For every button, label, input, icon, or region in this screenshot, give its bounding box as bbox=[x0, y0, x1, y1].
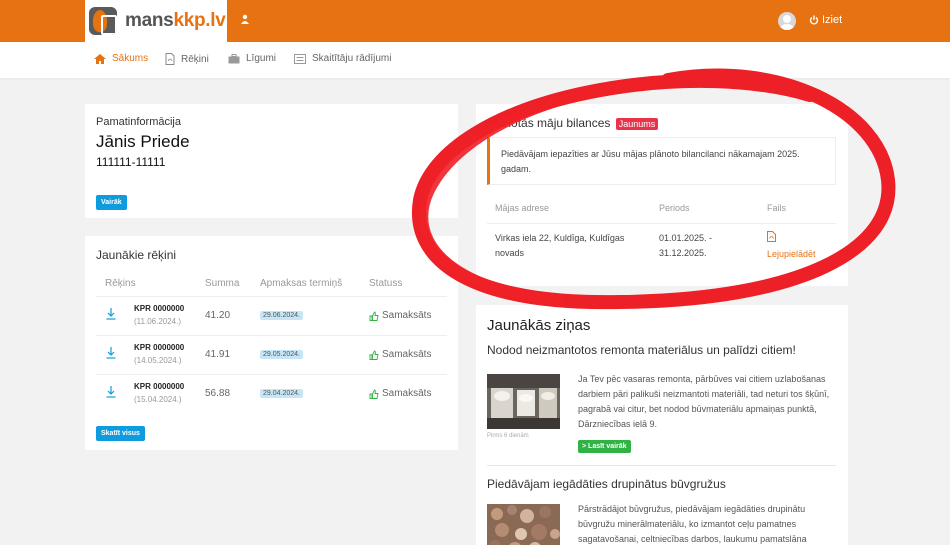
news-title[interactable]: Piedāvājam iegādāties drupinātus būvgruž… bbox=[487, 477, 726, 491]
balance-title-row: Plānotās māju bilances Jaunums bbox=[487, 116, 837, 130]
pdf-file-icon bbox=[767, 231, 776, 242]
logo-mark-icon bbox=[89, 7, 117, 35]
account-number: 111111-11111 bbox=[96, 155, 166, 169]
col-header-status: Statuss bbox=[369, 278, 403, 289]
nav-label-contracts: Līgumi bbox=[246, 53, 277, 64]
logout-button[interactable]: Iziet bbox=[809, 14, 842, 26]
table-divider bbox=[487, 223, 836, 224]
table-row[interactable]: KPR 0000000 (14.05.2024.) 41.91 29.05.20… bbox=[96, 335, 447, 374]
download-label: Lejupielādēt bbox=[767, 249, 816, 259]
invoice-date: (14.05.2024.) bbox=[134, 356, 182, 365]
thumbs-up-icon bbox=[369, 311, 379, 321]
basic-info-title: Pamatinformācija bbox=[96, 116, 181, 128]
latest-bills-card: Jaunākie rēķini Rēķins Summa Apmaksas te… bbox=[85, 236, 458, 450]
status-label: Samaksāts bbox=[382, 388, 432, 399]
balance-period: 01.01.2025. - 31.12.2025. bbox=[659, 233, 713, 258]
news-body: Pārstrādājot būvgružus, piedāvājam iegād… bbox=[578, 504, 807, 544]
col-header-due-date: Apmaksas termiņš bbox=[260, 278, 343, 289]
balance-title: Plānotās māju bilances bbox=[487, 116, 611, 130]
col-header-file: Fails bbox=[767, 203, 787, 213]
site-logo[interactable]: manskkp.lv bbox=[85, 0, 227, 42]
invoice-sum: 56.88 bbox=[205, 388, 231, 399]
nav-label-home: Sākums bbox=[112, 53, 149, 64]
news-body: Ja Tev pēc vasaras remonta, pārbūves vai… bbox=[578, 374, 830, 429]
main-navigation: Sākums Rēķini Līgumi Skaitītāju rādījumi bbox=[0, 42, 950, 78]
due-date-badge: 29.05.2024. bbox=[260, 350, 303, 359]
nav-label-invoices: Rēķini bbox=[181, 53, 209, 65]
nav-item-meter-readings[interactable]: Skaitītāju rādījumi bbox=[294, 53, 391, 64]
nav-item-contracts[interactable]: Līgumi bbox=[228, 53, 276, 64]
nav-item-invoices[interactable]: Rēķini bbox=[165, 53, 209, 65]
col-header-period: Periods bbox=[659, 203, 690, 213]
read-more-label: Lasīt vairāk bbox=[588, 443, 627, 450]
nav-item-home[interactable]: Sākums bbox=[94, 53, 148, 64]
balance-notice: Piedāvājam iepazīties ar Jūsu mājas plān… bbox=[487, 137, 836, 185]
meter-icon bbox=[294, 53, 306, 64]
table-row[interactable]: KPR 0000000 (11.06.2024.) 41.20 29.06.20… bbox=[96, 296, 447, 335]
planned-balance-card: Plānotās māju bilances Jaunums Piedāvāja… bbox=[476, 104, 848, 286]
home-icon bbox=[94, 53, 106, 64]
news-heading: Jaunākās ziņas bbox=[487, 317, 591, 334]
view-all-bills-button[interactable]: Skatīt visus bbox=[96, 426, 145, 441]
invoice-sum: 41.20 bbox=[205, 310, 231, 321]
news-image-caption: Pirms 6 dienām bbox=[487, 433, 529, 439]
invoice-date: (15.04.2024.) bbox=[134, 395, 182, 404]
status-badge: Samaksāts bbox=[369, 349, 431, 360]
due-date-badge: 29.06.2024. bbox=[260, 311, 303, 320]
top-header-bar: manskkp.lv Iziet bbox=[0, 0, 950, 42]
briefcase-icon bbox=[228, 53, 240, 63]
more-info-button[interactable]: Vairāk bbox=[96, 195, 127, 210]
download-icon[interactable] bbox=[106, 347, 116, 359]
download-icon[interactable] bbox=[106, 386, 116, 398]
power-icon bbox=[809, 15, 819, 25]
logo-text: manskkp.lv bbox=[125, 10, 226, 31]
new-badge: Jaunums bbox=[615, 118, 659, 130]
customer-name: Jānis Priede bbox=[96, 132, 190, 151]
download-icon[interactable] bbox=[106, 308, 116, 320]
pdf-file-icon bbox=[165, 53, 175, 65]
nav-label-meter-readings: Skaitītāju rādījumi bbox=[312, 53, 392, 64]
status-badge: Samaksāts bbox=[369, 310, 431, 321]
basic-info-card: Pamatinformācija Jānis Priede 111111-111… bbox=[85, 104, 458, 218]
status-badge: Samaksāts bbox=[369, 388, 431, 399]
news-title[interactable]: Nodod neizmantotos remonta materiālus un… bbox=[487, 343, 837, 357]
thumbs-up-icon bbox=[369, 350, 379, 360]
status-label: Samaksāts bbox=[382, 349, 432, 360]
col-header-address: Mājas adrese bbox=[495, 203, 550, 213]
bills-title: Jaunākie rēķini bbox=[96, 248, 177, 262]
status-label: Samaksāts bbox=[382, 310, 432, 321]
col-header-invoice: Rēķins bbox=[105, 278, 136, 289]
logout-label: Iziet bbox=[822, 14, 843, 26]
user-profile-icon[interactable] bbox=[240, 14, 250, 24]
invoice-number[interactable]: KPR 0000000 bbox=[134, 304, 184, 313]
balance-download-link[interactable]: Lejupielādēt bbox=[767, 231, 816, 262]
read-more-button[interactable]: > Lasīt vairāk bbox=[578, 440, 631, 453]
news-image-materials[interactable] bbox=[487, 374, 560, 429]
balance-address: Virkas iela 22, Kuldīga, Kuldīgas novads bbox=[495, 233, 625, 258]
due-date-badge: 29.04.2024. bbox=[260, 389, 303, 398]
chevron-right-icon: > bbox=[582, 443, 587, 450]
thumbs-up-icon bbox=[369, 389, 379, 399]
news-divider bbox=[487, 465, 836, 466]
table-row[interactable]: KPR 0000000 (15.04.2024.) 56.88 29.04.20… bbox=[96, 374, 447, 413]
invoice-sum: 41.91 bbox=[205, 349, 231, 360]
invoice-number[interactable]: KPR 0000000 bbox=[134, 382, 184, 391]
avatar[interactable] bbox=[778, 12, 796, 30]
invoice-date: (11.06.2024.) bbox=[134, 317, 181, 326]
col-header-sum: Summa bbox=[205, 278, 240, 289]
latest-news-card: Jaunākās ziņas Nodod neizmantotos remont… bbox=[476, 305, 848, 545]
news-image-rubble[interactable] bbox=[487, 504, 560, 545]
invoice-number[interactable]: KPR 0000000 bbox=[134, 343, 184, 352]
